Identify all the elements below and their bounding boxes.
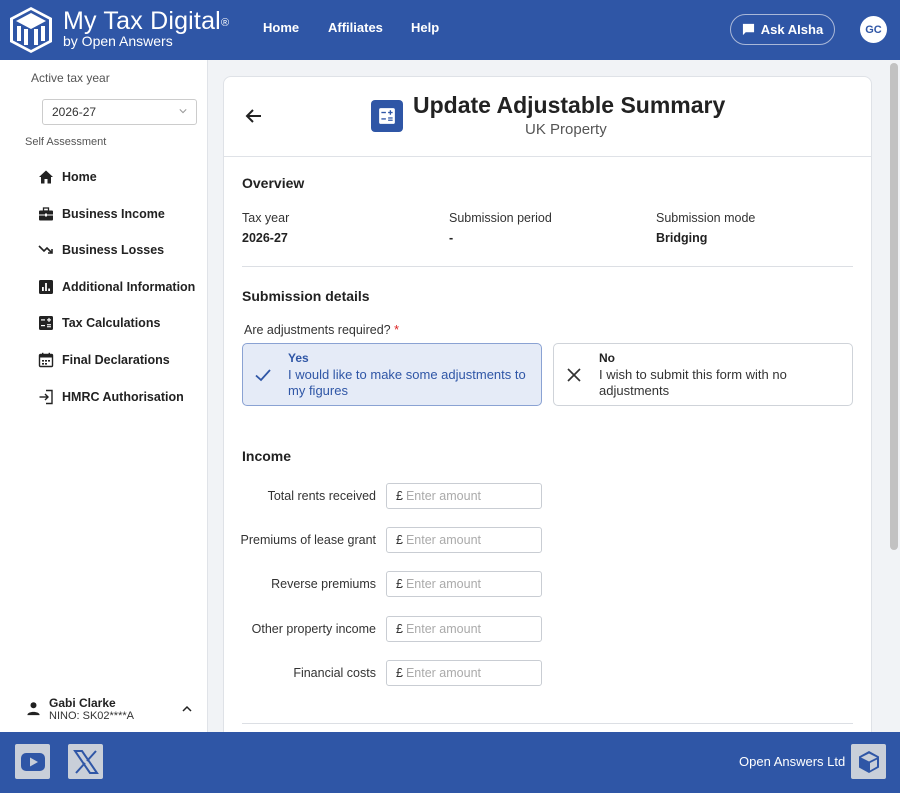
submission-mode-value: Bridging xyxy=(656,231,708,245)
currency-symbol: £ xyxy=(396,489,403,503)
back-arrow-icon[interactable] xyxy=(244,107,264,125)
adjustments-no-option[interactable]: No I wish to submit this form with no ad… xyxy=(553,343,853,406)
other-property-income-input[interactable]: £ Enter amount xyxy=(386,616,542,642)
amount-placeholder: Enter amount xyxy=(405,577,481,591)
open-answers-logo-icon[interactable] xyxy=(851,744,886,779)
sidebar-item-hmrc-authorisation[interactable]: HMRC Authorisation xyxy=(38,386,184,408)
tax-year-label: Tax year xyxy=(242,211,290,225)
sidebar-item-label: Business Losses xyxy=(62,243,165,257)
my-tax-digital-logo-icon[interactable] xyxy=(7,5,55,55)
no-option-description: I wish to submit this form with no adjus… xyxy=(599,367,787,398)
premiums-lease-grant-label: Premiums of lease grant xyxy=(240,533,376,547)
sidebar-item-additional-information[interactable]: Additional Information xyxy=(38,276,195,298)
yes-option-title: Yes xyxy=(288,351,309,365)
sidebar-item-label: Tax Calculations xyxy=(62,316,161,330)
calculator-icon xyxy=(39,316,53,330)
overview-divider xyxy=(242,266,853,267)
sidebar-item-business-losses[interactable]: Business Losses xyxy=(38,239,164,261)
amount-placeholder: Enter amount xyxy=(405,533,481,547)
ask-aisha-label: Ask AIsha xyxy=(760,22,824,37)
amount-placeholder: Enter amount xyxy=(405,666,481,680)
header-divider xyxy=(224,156,871,157)
user-profile[interactable]: Gabi Clarke NINO: SK02****A xyxy=(26,696,196,726)
financial-costs-input[interactable]: £ Enter amount xyxy=(386,660,542,686)
update-summary-card: Update Adjustable Summary UK Property Ov… xyxy=(223,76,872,746)
page-title: Update Adjustable Summary xyxy=(413,92,726,118)
sidebar-item-business-income[interactable]: Business Income xyxy=(38,203,165,225)
home-icon xyxy=(39,170,53,184)
sidebar-item-home[interactable]: Home xyxy=(38,166,97,188)
youtube-icon[interactable] xyxy=(15,744,50,779)
brand[interactable]: My Tax Digital® by Open Answers xyxy=(63,7,229,49)
overview-heading: Overview xyxy=(242,175,305,191)
nav-help-link[interactable]: Help xyxy=(411,20,439,35)
chevron-up-icon[interactable] xyxy=(182,704,192,714)
income-divider xyxy=(242,723,853,724)
calculator-form-icon xyxy=(371,100,403,132)
footer: Open Answers Ltd xyxy=(0,732,900,793)
check-icon xyxy=(255,369,271,382)
submission-details-heading: Submission details xyxy=(242,288,370,304)
calendar-icon xyxy=(38,352,54,368)
page-subtitle: UK Property xyxy=(525,121,607,138)
active-tax-year-label: Active tax year xyxy=(31,71,110,85)
total-rents-input[interactable]: £ Enter amount xyxy=(386,483,542,509)
financial-costs-label: Financial costs xyxy=(293,666,376,680)
scrollbar-thumb[interactable] xyxy=(890,63,898,550)
sidebar-item-final-declarations[interactable]: Final Declarations xyxy=(38,349,170,371)
reverse-premiums-label: Reverse premiums xyxy=(271,577,376,591)
company-name[interactable]: Open Answers Ltd xyxy=(739,754,845,769)
yes-option-description: I would like to make some adjustments to… xyxy=(288,367,526,398)
login-icon xyxy=(39,389,53,405)
chat-icon xyxy=(742,23,754,36)
adjustments-yes-option[interactable]: Yes I would like to make some adjustment… xyxy=(242,343,542,406)
sidebar-item-label: Business Income xyxy=(62,207,165,221)
x-twitter-icon[interactable] xyxy=(68,744,103,779)
sidebar-item-tax-calculations[interactable]: Tax Calculations xyxy=(38,312,160,334)
brand-subtitle: by Open Answers xyxy=(63,33,173,49)
sidebar-item-label: Final Declarations xyxy=(62,353,170,367)
ask-aisha-button[interactable]: Ask AIsha xyxy=(730,14,835,45)
person-icon xyxy=(27,702,40,716)
user-name: Gabi Clarke xyxy=(49,696,116,710)
brand-title: My Tax Digital® xyxy=(63,7,230,35)
nav-home-link[interactable]: Home xyxy=(263,20,299,35)
nav-affiliates-link[interactable]: Affiliates xyxy=(328,20,383,35)
trending-down-icon xyxy=(38,245,53,254)
reverse-premiums-input[interactable]: £ Enter amount xyxy=(386,571,542,597)
self-assessment-label: Self Assessment xyxy=(25,136,107,148)
required-mark: * xyxy=(394,323,399,337)
amount-placeholder: Enter amount xyxy=(405,489,481,503)
currency-symbol: £ xyxy=(396,666,403,680)
other-property-income-label: Other property income xyxy=(251,622,376,636)
briefcase-icon xyxy=(39,207,53,221)
adjustments-question-text: Are adjustments required? xyxy=(244,323,391,337)
currency-symbol: £ xyxy=(396,533,403,547)
submission-period-value: - xyxy=(449,231,454,245)
sidebar-item-label: Home xyxy=(62,170,97,184)
currency-symbol: £ xyxy=(396,622,403,636)
income-heading: Income xyxy=(242,448,292,464)
no-option-title: No xyxy=(599,351,615,365)
submission-mode-label: Submission mode xyxy=(656,211,756,225)
tax-year-value: 2026-27 xyxy=(52,105,97,119)
currency-symbol: £ xyxy=(396,577,403,591)
tax-year-value: 2026-27 xyxy=(242,231,288,245)
premiums-lease-grant-input[interactable]: £ Enter amount xyxy=(386,527,542,553)
sidebar-item-label: Additional Information xyxy=(62,280,196,294)
amount-placeholder: Enter amount xyxy=(405,622,481,636)
user-nino: NINO: SK02****A xyxy=(49,710,134,722)
bar-chart-icon xyxy=(39,280,53,294)
submission-period-label: Submission period xyxy=(449,211,552,225)
tax-year-select[interactable]: 2026-27 xyxy=(42,99,197,125)
adjustments-question: Are adjustments required? * xyxy=(244,323,399,337)
sidebar-item-label: HMRC Authorisation xyxy=(62,390,184,404)
total-rents-label: Total rents received xyxy=(267,489,376,503)
close-icon xyxy=(567,368,581,382)
user-avatar[interactable]: GC xyxy=(860,16,887,43)
chevron-down-icon xyxy=(179,109,187,114)
top-navbar: My Tax Digital® by Open Answers Home Aff… xyxy=(0,0,900,60)
sidebar: Active tax year 2026-27 Self Assessment … xyxy=(0,60,208,732)
